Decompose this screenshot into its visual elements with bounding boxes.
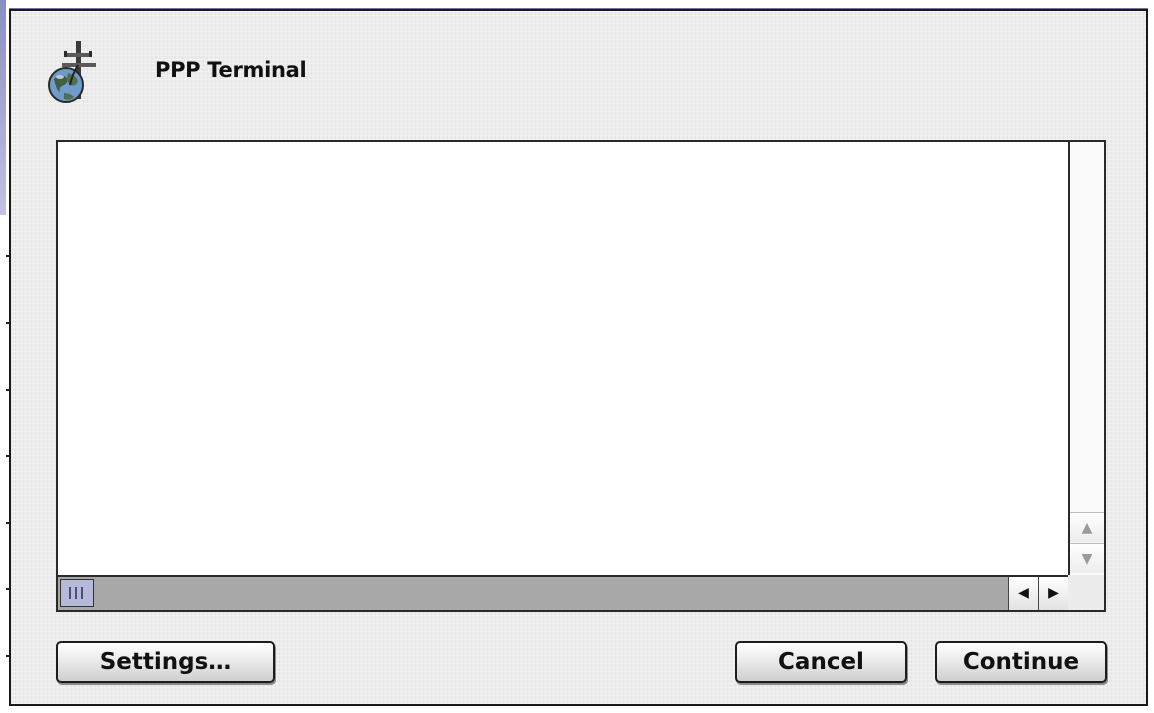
dialog-title: PPP Terminal	[155, 58, 307, 82]
horizontal-scroll-thumb[interactable]	[60, 579, 94, 607]
scrollbar-corner	[1068, 575, 1104, 610]
scroll-down-arrow-icon[interactable]: ▼	[1070, 543, 1104, 573]
horizontal-scrollbar[interactable]: ◀ ▶	[58, 575, 1068, 610]
globe-connection-icon	[44, 39, 108, 119]
desktop-background: PPP Terminal ▲ ▼ ◀ ▶ Settings… Cancel Co…	[0, 0, 1154, 713]
settings-button[interactable]: Settings…	[56, 641, 275, 683]
scroll-right-arrow-icon[interactable]: ▶	[1038, 577, 1068, 610]
background-window-edge	[0, 0, 6, 215]
scroll-left-arrow-icon[interactable]: ◀	[1008, 577, 1038, 610]
cancel-button[interactable]: Cancel	[735, 641, 907, 683]
terminal-text-area[interactable]	[58, 142, 1068, 575]
terminal-frame: ▲ ▼ ◀ ▶	[56, 140, 1106, 612]
scroll-up-arrow-icon[interactable]: ▲	[1070, 512, 1104, 542]
grip-line	[81, 587, 83, 599]
grip-line	[75, 587, 77, 599]
grip-line	[69, 587, 71, 599]
continue-button[interactable]: Continue	[935, 641, 1107, 683]
vertical-scrollbar[interactable]: ▲ ▼	[1068, 142, 1104, 575]
